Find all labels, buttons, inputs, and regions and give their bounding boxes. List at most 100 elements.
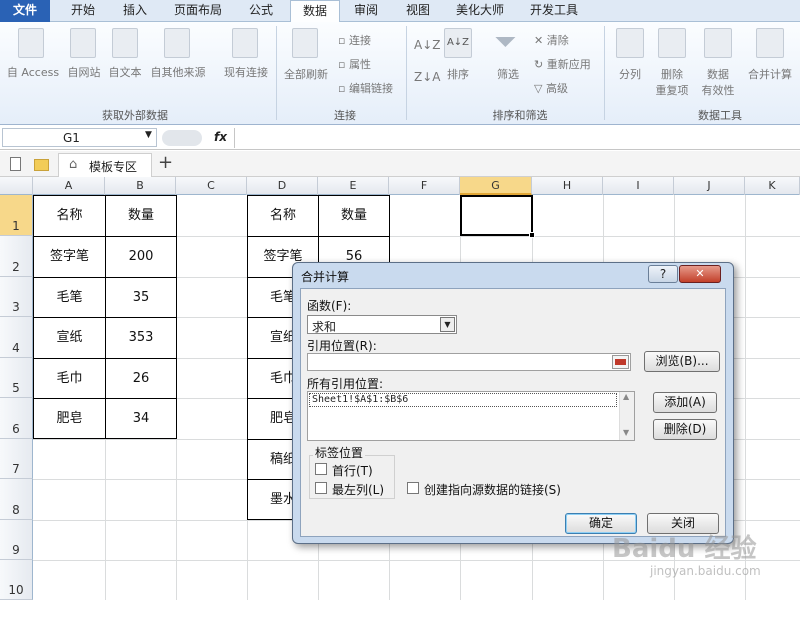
- ref-input[interactable]: [307, 353, 631, 371]
- table1-cell[interactable]: 签字笔: [33, 236, 106, 278]
- column-header[interactable]: A: [33, 177, 105, 195]
- top-row-checkbox[interactable]: [315, 463, 327, 475]
- tab-home[interactable]: 开始: [60, 0, 106, 22]
- advanced-filter-button[interactable]: ▽ 高级: [534, 80, 568, 96]
- refresh-all-button[interactable]: 全部刷新: [280, 66, 332, 82]
- row-header[interactable]: 9: [0, 520, 33, 560]
- column-header[interactable]: K: [745, 177, 800, 195]
- column-header[interactable]: C: [176, 177, 247, 195]
- row-header[interactable]: 7: [0, 439, 33, 479]
- row-header[interactable]: 3: [0, 277, 33, 317]
- data-validation-button[interactable]: 数据 有效性: [696, 66, 740, 98]
- from-access-button[interactable]: 自 Access: [2, 64, 64, 80]
- column-header[interactable]: E: [318, 177, 389, 195]
- from-other-sources-button[interactable]: 自其他来源: [146, 64, 210, 80]
- chevron-down-icon[interactable]: ▼: [440, 317, 455, 332]
- new-file-icon[interactable]: [10, 157, 21, 171]
- remove-duplicates-button[interactable]: 删除 重复项: [652, 66, 692, 98]
- clear-filter-button[interactable]: ✕ 清除: [534, 32, 569, 48]
- reapply-filter-button[interactable]: ↻ 重新应用: [534, 56, 591, 72]
- existing-connections-button[interactable]: 现有连接: [218, 64, 274, 80]
- table1-cell[interactable]: 26: [105, 358, 177, 399]
- home-icon: ⌂: [69, 157, 78, 172]
- tab-beautify[interactable]: 美化大师: [448, 0, 512, 22]
- ribbon: 自 Access 自网站 自文本 自其他来源 现有连接 获取外部数据 全部刷新 …: [0, 22, 800, 125]
- formula-input[interactable]: [234, 128, 800, 148]
- table1-header-name[interactable]: 名称: [33, 195, 106, 237]
- table1-header-qty[interactable]: 数量: [105, 195, 177, 237]
- access-icon: [18, 28, 44, 58]
- edit-links-button[interactable]: ▫ 编辑链接: [338, 80, 393, 96]
- table1-cell[interactable]: 35: [105, 277, 177, 318]
- tab-view[interactable]: 视图: [396, 0, 440, 22]
- tab-formulas[interactable]: 公式: [238, 0, 284, 22]
- table2-header-name[interactable]: 名称: [247, 195, 319, 237]
- fill-handle[interactable]: [529, 232, 535, 238]
- properties-button[interactable]: ▫ 属性: [338, 56, 371, 72]
- from-text-button[interactable]: 自文本: [104, 64, 146, 80]
- row-header[interactable]: 2: [0, 236, 33, 277]
- all-refs-list[interactable]: Sheet1!$A$1:$B$6 ▲ ▼: [307, 391, 635, 441]
- tab-developer[interactable]: 开发工具: [522, 0, 586, 22]
- fx-icon[interactable]: fx: [214, 130, 227, 144]
- scroll-up-icon[interactable]: ▲: [623, 392, 629, 401]
- column-header[interactable]: I: [603, 177, 674, 195]
- table1-cell[interactable]: 肥皂: [33, 398, 106, 439]
- table1-cell[interactable]: 毛巾: [33, 358, 106, 399]
- column-header[interactable]: H: [532, 177, 603, 195]
- scroll-down-icon[interactable]: ▼: [623, 428, 629, 437]
- dialog-help-button[interactable]: ?: [648, 265, 678, 283]
- row-header-selected[interactable]: 1: [0, 195, 33, 236]
- remove-duplicates-label-2: 重复项: [655, 84, 689, 97]
- sort-desc-icon[interactable]: Z↓A: [414, 70, 440, 84]
- function-select[interactable]: 求和 ▼: [307, 315, 457, 334]
- workbook-tab[interactable]: ⌂ 模板专区: [58, 153, 152, 177]
- add-tab-icon[interactable]: +: [158, 152, 173, 173]
- row-header[interactable]: 6: [0, 398, 33, 439]
- sort-asc-icon[interactable]: A↓Z: [414, 38, 440, 52]
- name-box[interactable]: G1 ▼: [2, 128, 157, 147]
- row-header[interactable]: 5: [0, 358, 33, 398]
- selected-cell-g1[interactable]: [460, 195, 533, 236]
- folder-icon[interactable]: [34, 159, 49, 171]
- consolidate-button[interactable]: 合并计算: [744, 66, 796, 82]
- group-label-data-tools: 数据工具: [698, 109, 742, 122]
- row-header[interactable]: 4: [0, 317, 33, 358]
- function-label: 函数(F):: [307, 299, 352, 313]
- column-header[interactable]: J: [674, 177, 745, 195]
- add-button[interactable]: 添加(A): [653, 392, 717, 413]
- row-header[interactable]: 10: [0, 560, 33, 600]
- left-column-checkbox[interactable]: [315, 482, 327, 494]
- list-item[interactable]: Sheet1!$A$1:$B$6: [309, 393, 617, 407]
- column-header[interactable]: B: [105, 177, 176, 195]
- delete-button[interactable]: 删除(D): [653, 419, 717, 440]
- tab-data[interactable]: 数据: [290, 0, 340, 23]
- row-header[interactable]: 8: [0, 479, 33, 520]
- list-scrollbar[interactable]: ▲ ▼: [619, 392, 634, 440]
- column-header-selected[interactable]: G: [460, 177, 532, 195]
- tab-insert[interactable]: 插入: [112, 0, 158, 22]
- table1-cell[interactable]: 毛笔: [33, 277, 106, 318]
- link-source-checkbox[interactable]: [407, 482, 419, 494]
- data-validation-label-2: 有效性: [701, 84, 735, 97]
- chevron-down-icon[interactable]: ▼: [145, 130, 152, 140]
- table1-cell[interactable]: 200: [105, 236, 177, 278]
- table1-cell[interactable]: 宣纸: [33, 317, 106, 359]
- table1-cell[interactable]: 34: [105, 398, 177, 439]
- text-to-columns-button[interactable]: 分列: [612, 66, 648, 82]
- column-header[interactable]: D: [247, 177, 318, 195]
- tab-page-layout[interactable]: 页面布局: [166, 0, 230, 22]
- tab-review[interactable]: 审阅: [344, 0, 388, 22]
- collapse-dialog-icon[interactable]: [612, 355, 629, 369]
- tab-file[interactable]: 文件: [0, 0, 50, 22]
- select-all-corner[interactable]: [0, 177, 33, 195]
- column-header[interactable]: F: [389, 177, 460, 195]
- sort-button[interactable]: 排序: [440, 66, 476, 82]
- dialog-close-icon[interactable]: ✕: [679, 265, 721, 283]
- filter-button[interactable]: 筛选: [488, 66, 528, 82]
- connections-button[interactable]: ▫ 连接: [338, 32, 371, 48]
- browse-button[interactable]: 浏览(B)...: [644, 351, 720, 372]
- from-web-button[interactable]: 自网站: [64, 64, 104, 80]
- table2-header-qty[interactable]: 数量: [318, 195, 390, 237]
- table1-cell[interactable]: 353: [105, 317, 177, 359]
